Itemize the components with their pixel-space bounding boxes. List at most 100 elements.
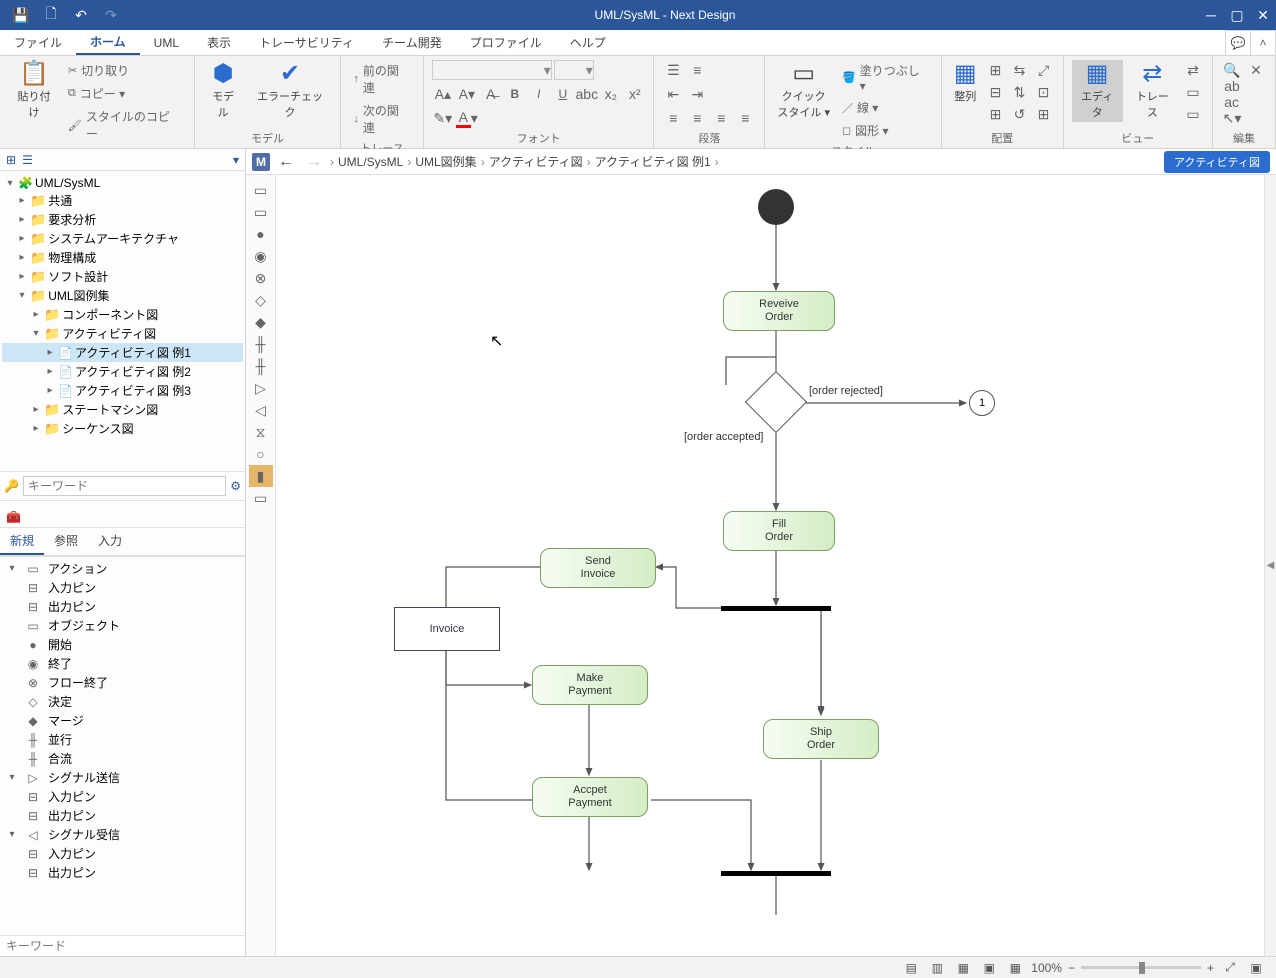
- tree-item[interactable]: ▸📄アクティビティ図 例2: [2, 362, 243, 381]
- fill-button[interactable]: 🪣 塗りつぶし ▾: [838, 60, 933, 95]
- line-button[interactable]: ／ 線 ▾: [838, 97, 933, 118]
- next-relation-button[interactable]: ↓ 次の関連: [349, 100, 414, 138]
- search-settings-icon[interactable]: ⚙: [230, 479, 241, 493]
- font-shrink-icon[interactable]: A▾: [456, 84, 478, 104]
- stylecopy-button[interactable]: 🖌 スタイルのコピー: [64, 106, 186, 144]
- menu-uml[interactable]: UML: [140, 30, 193, 55]
- connector-node[interactable]: 1: [969, 390, 995, 416]
- paste-button[interactable]: 📋貼り付け: [8, 60, 60, 122]
- crumb[interactable]: UML/SysML: [338, 155, 403, 169]
- menu-home[interactable]: ホーム: [76, 30, 140, 55]
- tab-new[interactable]: 新規: [0, 528, 44, 555]
- font-grow-icon[interactable]: A▴: [432, 84, 454, 104]
- right-pane-collapse[interactable]: ◀: [1264, 175, 1276, 956]
- crumb[interactable]: アクティビティ図: [489, 153, 583, 170]
- clearfmt-icon[interactable]: A̶: [480, 84, 502, 104]
- arrange-button[interactable]: ▦整列: [950, 60, 981, 106]
- palette-item[interactable]: ⊟出力ピン: [4, 863, 241, 882]
- tool-initial[interactable]: ●: [249, 223, 273, 245]
- palette-group[interactable]: ▾◁シグナル受信: [4, 825, 241, 844]
- decision-node[interactable]: [745, 371, 807, 433]
- redo-icon[interactable]: ↷: [98, 2, 124, 28]
- view3-icon[interactable]: ▦: [953, 961, 973, 975]
- strike-icon[interactable]: abc: [576, 84, 598, 104]
- prev-relation-button[interactable]: ↑ 前の関連: [349, 60, 414, 98]
- maximize-button[interactable]: ▢: [1224, 2, 1250, 28]
- collapse-ribbon-icon[interactable]: ˄: [1250, 30, 1276, 55]
- minimize-button[interactable]: ─: [1198, 2, 1224, 28]
- tree-item[interactable]: ▸📄アクティビティ図 例3: [2, 381, 243, 400]
- crumb[interactable]: アクティビティ図 例1: [595, 153, 711, 170]
- tree-item[interactable]: ▸📁コンポーネント図: [2, 305, 243, 324]
- action-accept-payment[interactable]: Accpet Payment: [532, 777, 648, 817]
- action-ship-order[interactable]: Ship Order: [763, 719, 879, 759]
- chat-icon[interactable]: 💬: [1225, 30, 1251, 55]
- zoom-slider[interactable]: − +: [1068, 961, 1214, 975]
- tree-item[interactable]: ▸📁要求分析: [2, 210, 243, 229]
- menu-team[interactable]: チーム開発: [368, 30, 456, 55]
- find-icon[interactable]: 🔍: [1221, 60, 1243, 80]
- palette-item[interactable]: ⊟出力ピン: [4, 597, 241, 616]
- delete-icon[interactable]: ✕: [1245, 60, 1267, 80]
- tree-root[interactable]: ▾🧩UML/SysML: [2, 175, 243, 191]
- palette-item[interactable]: ◉終了: [4, 654, 241, 673]
- sup-icon[interactable]: x²: [624, 84, 646, 104]
- palette-item[interactable]: ◆マージ: [4, 711, 241, 730]
- tool-decision[interactable]: ◇: [249, 289, 273, 311]
- tool-hourglass[interactable]: ⧖: [249, 421, 273, 443]
- italic-icon[interactable]: I: [528, 84, 550, 104]
- save-icon[interactable]: 💾: [8, 2, 34, 28]
- align-justify-icon[interactable]: ≡: [734, 108, 756, 128]
- align-right-icon[interactable]: ≡: [710, 108, 732, 128]
- copy-button[interactable]: ⧉ コピー ▾: [64, 83, 186, 104]
- action-receive-order[interactable]: Reveive Order: [723, 291, 835, 331]
- menu-file[interactable]: ファイル: [0, 30, 76, 55]
- nav-back-icon[interactable]: ←: [274, 153, 298, 171]
- tree-search-input[interactable]: [23, 476, 226, 496]
- new-icon[interactable]: 🗋: [38, 2, 64, 28]
- tree-item[interactable]: ▸📁シーケンス図: [2, 419, 243, 438]
- crumb[interactable]: UML図例集: [415, 153, 476, 170]
- tool-note[interactable]: ▭: [249, 487, 273, 509]
- palette-item[interactable]: ╫並行: [4, 730, 241, 749]
- underline-icon[interactable]: U: [552, 84, 574, 104]
- tab-ref[interactable]: 参照: [44, 528, 88, 555]
- tree-item[interactable]: ▸📁ステートマシン図: [2, 400, 243, 419]
- tool-signal-send[interactable]: ▷: [249, 377, 273, 399]
- editor-button[interactable]: ▦エディタ: [1072, 60, 1123, 122]
- undo-icon[interactable]: ↶: [68, 2, 94, 28]
- tool-flowfinal[interactable]: ⊗: [249, 267, 273, 289]
- model-root-icon[interactable]: M: [252, 153, 270, 171]
- tool-rect-round[interactable]: ▭: [249, 179, 273, 201]
- numbers-icon[interactable]: ≡: [686, 60, 708, 80]
- tree-item[interactable]: ▸📁物理構成: [2, 248, 243, 267]
- list-icon[interactable]: ☰: [22, 153, 33, 167]
- replace-icon[interactable]: abac: [1221, 84, 1243, 104]
- palette-item[interactable]: ⊟入力ピン: [4, 578, 241, 597]
- tool-merge[interactable]: ◆: [249, 311, 273, 333]
- close-button[interactable]: ✕: [1250, 2, 1276, 28]
- shape-button[interactable]: ◻ 図形 ▾: [838, 120, 933, 141]
- bold-icon[interactable]: B: [504, 84, 526, 104]
- tool-final[interactable]: ◉: [249, 245, 273, 267]
- tool-join[interactable]: ╫: [249, 355, 273, 377]
- palette-item[interactable]: ⊗フロー終了: [4, 673, 241, 692]
- palette-item[interactable]: ⊟出力ピン: [4, 806, 241, 825]
- keyword-icon[interactable]: 🔑: [4, 479, 19, 493]
- errorcheck-button[interactable]: ✔エラーチェック: [248, 60, 333, 122]
- palette-item[interactable]: ╫合流: [4, 749, 241, 768]
- cut-button[interactable]: ✂ 切り取り: [64, 60, 186, 81]
- tool-region[interactable]: ▮: [249, 465, 273, 487]
- align-left-icon[interactable]: ≡: [662, 108, 684, 128]
- diagram-canvas[interactable]: Reveive Order [order rejected] [order ac…: [276, 175, 1264, 956]
- palette-item[interactable]: ▭オブジェクト: [4, 616, 241, 635]
- tree-item[interactable]: ▾📁アクティビティ図: [2, 324, 243, 343]
- tree-item[interactable]: ▸📁ソフト設計: [2, 267, 243, 286]
- align-center-icon[interactable]: ≡: [686, 108, 708, 128]
- tool-fork[interactable]: ╫: [249, 333, 273, 355]
- tool-rect[interactable]: ▭: [249, 201, 273, 223]
- fullscreen-icon[interactable]: ▣: [1246, 961, 1266, 975]
- view2-icon[interactable]: ▥: [927, 961, 947, 975]
- join-bar[interactable]: [721, 871, 831, 876]
- menu-trace[interactable]: トレーサビリティ: [245, 30, 368, 55]
